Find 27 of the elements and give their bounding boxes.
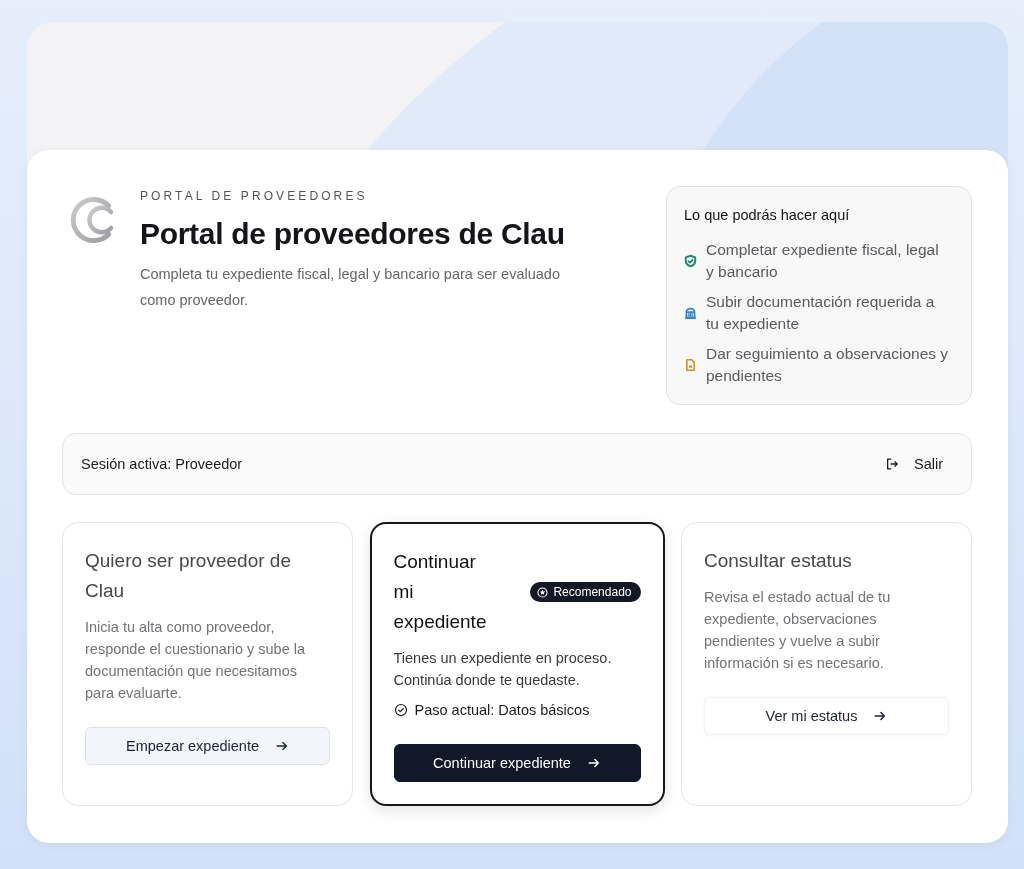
- capability-text: Dar seguimiento a observaciones y pendientes: [706, 344, 950, 386]
- option-button[interactable]: Continuar expediente: [393, 744, 641, 782]
- capability-text: Completar expediente fiscal, legal y bancario: [706, 240, 940, 282]
- capability-text: Subir documentación requerida a tu expediente: [706, 292, 936, 334]
- option-title: Continuar mi expediente: [393, 550, 488, 634]
- session-label: Sesión activa: Proveedor: [81, 456, 243, 472]
- recommended-badge: Recomendado: [530, 582, 641, 602]
- logo-icon: [68, 195, 115, 245]
- option-title: Consultar estatus: [704, 549, 853, 573]
- logout-button[interactable]: Salir: [885, 456, 943, 472]
- arrow-right-icon: [873, 709, 888, 723]
- option-description: Tienes un expediente en proceso. Continúa donde te quedaste.: [393, 649, 613, 690]
- star-circle-icon: [537, 586, 549, 598]
- option-button[interactable]: Ver mi estatus: [704, 697, 949, 735]
- current-step-text: Paso actual: Datos básicos: [414, 701, 590, 720]
- arrow-right-icon: [275, 739, 289, 753]
- option-button[interactable]: Empezar expediente: [85, 727, 330, 765]
- check-circle-icon: [393, 703, 408, 717]
- portal-eyebrow: PORTAL DE PROVEEDORES: [140, 188, 368, 204]
- arrow-right-icon: [586, 756, 601, 770]
- portal-subtitle: Completa tu expediente fiscal, legal y bancario para ser evaluado como proveedor.: [140, 265, 561, 310]
- option-title: Quiero ser proveedor de Clau: [85, 549, 292, 603]
- option-description: Revisa el estado actual de tu expediente, observaciones pendientes y vuelve a subir información si es necesario.: [704, 588, 892, 673]
- logout-icon: [885, 457, 899, 471]
- portal-title: Portal de proveedores de Clau: [140, 216, 565, 252]
- capabilities-title: Lo que podrás hacer aquí: [684, 206, 851, 225]
- option-description: Inicia tu alta como proveedor, responde el cuestionario y sube la documentación que necesitamos para evaluarte.: [85, 618, 307, 703]
